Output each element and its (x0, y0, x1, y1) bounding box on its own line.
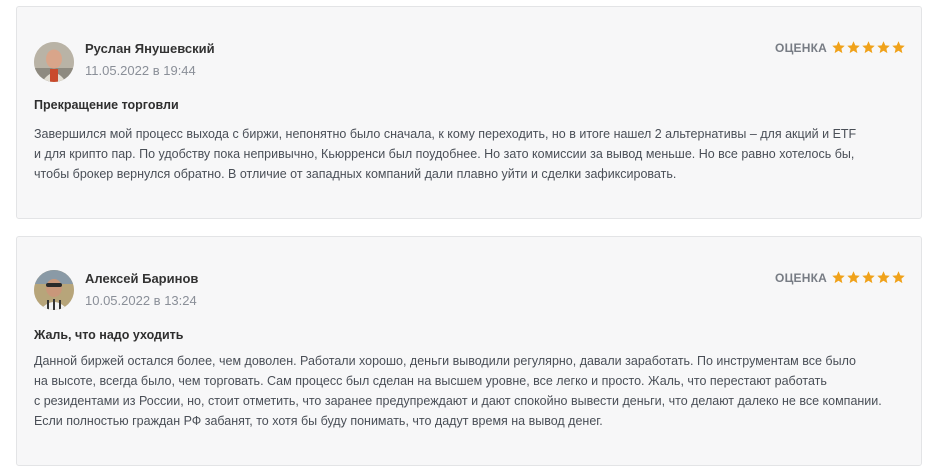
review-date: 11.05.2022 в 19:44 (85, 63, 196, 78)
star-icon (832, 271, 845, 284)
review-text: Завершился мой процесс выхода с биржи, н… (34, 124, 904, 184)
star-icon (847, 271, 860, 284)
avatar[interactable] (34, 270, 74, 310)
rating: ОЦЕНКА (775, 40, 906, 55)
star-icon (892, 41, 905, 54)
review-text-line: чтобы брокер вернулся обратно. В отличие… (34, 167, 677, 181)
star-icon (892, 271, 905, 284)
review-text: Данной биржей остался более, чем доволен… (34, 351, 904, 431)
review-text-line: и для крипто пар. По удобству пока непри… (34, 147, 855, 161)
rating-label: ОЦЕНКА (775, 270, 827, 285)
star-icon (862, 41, 875, 54)
review-title: Прекращение торговли (34, 98, 179, 112)
star-icon (877, 41, 890, 54)
review-title: Жаль, что надо уходить (34, 328, 184, 342)
review-text-line: Завершился мой процесс выхода с биржи, н… (34, 127, 857, 141)
review-text-line: на высоте, всегда было, чем торговать. С… (34, 374, 827, 388)
star-rating (831, 40, 906, 55)
rating-label: ОЦЕНКА (775, 40, 827, 55)
review-card: Руслан Янушевский 11.05.2022 в 19:44 ОЦЕ… (16, 6, 922, 219)
author-name[interactable]: Алексей Баринов (85, 271, 198, 286)
review-text-line: Данной биржей остался более, чем доволен… (34, 354, 856, 368)
author-name[interactable]: Руслан Янушевский (85, 41, 215, 56)
avatar[interactable] (34, 42, 74, 82)
star-icon (862, 271, 875, 284)
review-card: Алексей Баринов 10.05.2022 в 13:24 ОЦЕНК… (16, 236, 922, 466)
review-text-line: Если полностью граждан РФ забанят, то хо… (34, 414, 603, 428)
review-date: 10.05.2022 в 13:24 (85, 293, 197, 308)
star-icon (847, 41, 860, 54)
review-text-line: с резидентами из России, но, стоит отмет… (34, 394, 882, 408)
rating: ОЦЕНКА (775, 270, 906, 285)
star-icon (832, 41, 845, 54)
star-icon (877, 271, 890, 284)
star-rating (831, 270, 906, 285)
